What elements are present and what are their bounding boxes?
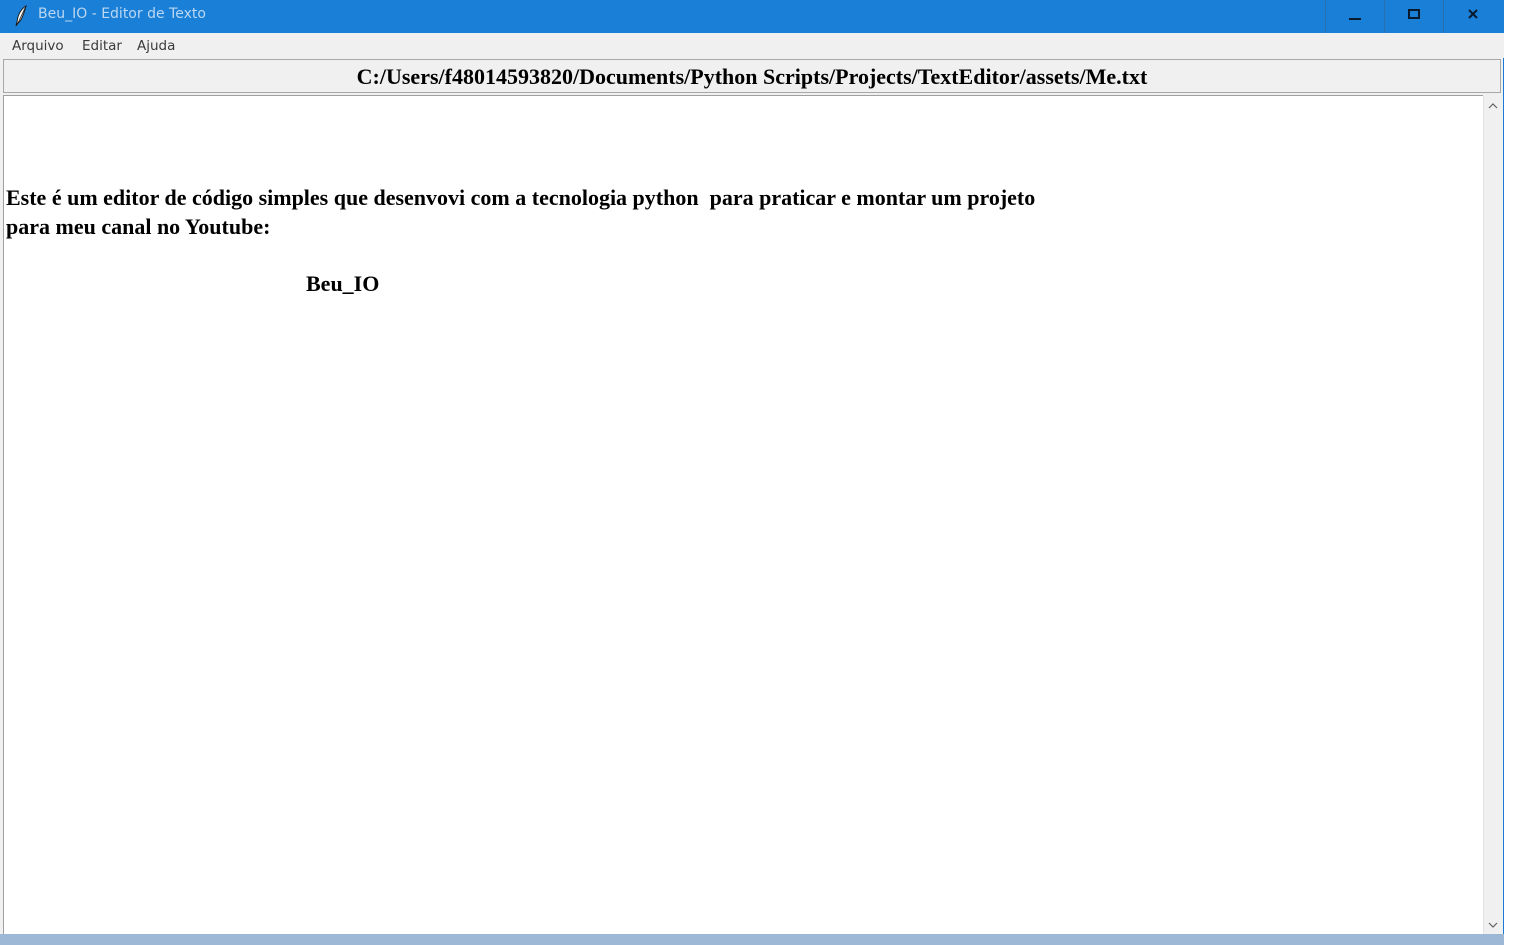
title-bar[interactable]: Beu_IO - Editor de Texto	[0, 0, 1504, 33]
maximize-icon	[1407, 7, 1421, 26]
editor-line: para meu canal no Youtube:	[6, 214, 271, 239]
chevron-down-icon	[1488, 916, 1498, 934]
minimize-icon	[1348, 7, 1362, 26]
window-title: Beu_IO - Editor de Texto	[38, 6, 206, 22]
vertical-scrollbar[interactable]	[1483, 96, 1502, 935]
editor-line: Este é um editor de código simples que d…	[6, 185, 1036, 210]
menu-ajuda[interactable]: Ajuda	[137, 38, 175, 54]
scroll-thumb[interactable]	[1486, 116, 1500, 915]
chevron-up-icon	[1488, 97, 1498, 115]
editor-window: Beu_IO - Editor de Texto Arquivo Editar …	[0, 0, 1504, 935]
editor-line: Beu_IO	[306, 271, 380, 296]
menu-arquivo[interactable]: Arquivo	[12, 38, 64, 54]
feather-icon	[14, 4, 30, 27]
menu-editar[interactable]: Editar	[82, 38, 122, 54]
scroll-up-button[interactable]	[1484, 96, 1502, 116]
close-button[interactable]	[1444, 0, 1502, 33]
desktop-background	[1504, 0, 1516, 945]
window-bottom-border	[0, 934, 1516, 945]
minimize-button[interactable]	[1326, 0, 1384, 33]
text-editor-area[interactable]: Este é um editor de código simples que d…	[3, 95, 1483, 935]
maximize-button[interactable]	[1385, 0, 1443, 33]
scroll-down-button[interactable]	[1484, 915, 1502, 935]
file-path-label: C:/Users/f48014593820/Documents/Python S…	[3, 59, 1501, 93]
menu-bar: Arquivo Editar Ajuda	[0, 33, 1504, 58]
file-path-text: C:/Users/f48014593820/Documents/Python S…	[356, 64, 1148, 89]
close-icon	[1466, 7, 1480, 26]
